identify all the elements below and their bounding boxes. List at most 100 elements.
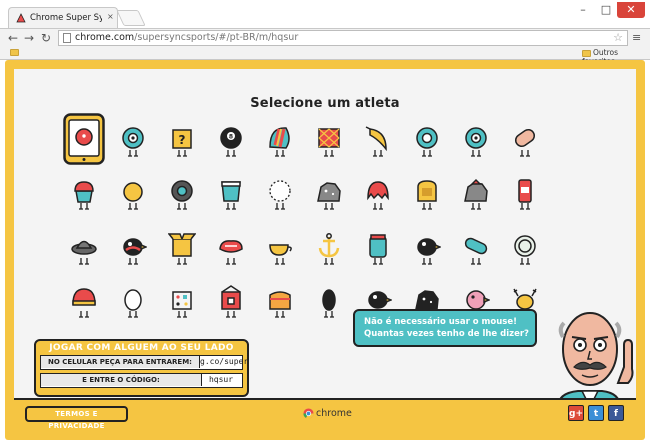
bookmark-star-icon[interactable]: ☆ [613, 31, 623, 45]
close-window-button[interactable]: ✕ [617, 2, 645, 18]
athlete-anchor[interactable] [315, 231, 343, 265]
athlete-eight-ball[interactable]: 8 [217, 123, 245, 157]
eyeball-icon [122, 127, 144, 157]
athlete-eyeball[interactable] [119, 123, 147, 157]
bookmarks-bar: Outros favoritos [0, 47, 650, 66]
athlete-lime-slice[interactable] [511, 231, 539, 265]
athlete-black-bean[interactable] [315, 284, 343, 318]
athlete-toast[interactable] [413, 176, 441, 210]
athlete-saucer[interactable] [70, 231, 98, 265]
athlete-soda-can[interactable] [511, 176, 539, 210]
address-bar[interactable]: chrome.com/supersyncsports/#/pt-BR/m/hqs… [58, 30, 628, 46]
athlete-egg[interactable] [119, 284, 147, 318]
url-text: chrome.com/supersyncsports/#/pt-BR/m/hqs… [75, 31, 298, 45]
athlete-capsule[interactable] [511, 123, 539, 157]
athlete-yellow-ball[interactable] [119, 176, 147, 210]
join-panel: JOGAR COM ALGUEM AO SEU LADO NO CELULAR … [34, 339, 249, 397]
folder-icon[interactable] [10, 49, 19, 56]
athlete-magpie[interactable] [413, 231, 441, 265]
join-title: JOGAR COM ALGUEM AO SEU LADO [49, 343, 234, 353]
athlete-donut[interactable] [413, 123, 441, 157]
eight-ball-icon: 8 [220, 127, 242, 157]
athlete-steak[interactable] [217, 231, 245, 265]
join-code-value: hqsur [208, 375, 234, 384]
terms-privacy-button[interactable]: TERMOS E PRIVACIDADE [25, 406, 128, 430]
magpie-icon [417, 238, 441, 265]
menu-icon[interactable]: ≡ [632, 31, 641, 44]
selected-athlete-frame[interactable] [63, 113, 105, 165]
reload-icon[interactable]: ↻ [39, 31, 53, 45]
athlete-tea-cup[interactable] [266, 231, 294, 265]
saucer-icon [71, 240, 97, 265]
patterned-box-icon [318, 128, 340, 157]
page-title: Selecione um atleta [250, 96, 400, 111]
google-plus-icon[interactable]: g+ [568, 405, 584, 421]
athlete-cake-slice[interactable] [266, 284, 294, 318]
maximize-button[interactable]: □ [596, 2, 616, 18]
page-footer: TERMOS E PRIVACIDADE chrome g+ t f [14, 398, 636, 431]
athlete-striped-shell[interactable] [266, 123, 294, 157]
yellow-ball-icon [123, 182, 143, 210]
browser-window: Chrome Super Sync Sport × – □ ✕ ← → ↻ ch… [0, 0, 650, 443]
browser-tab[interactable]: Chrome Super Sync Sport × [8, 7, 118, 28]
athlete-dice-box[interactable] [168, 284, 196, 318]
join-url-value: g.co/super [200, 357, 249, 366]
dotted-circle-icon [269, 180, 291, 210]
chrome-brand[interactable]: chrome [303, 408, 352, 422]
athlete-camera[interactable] [168, 176, 196, 210]
athlete-question-box[interactable]: ? [168, 123, 196, 157]
athlete-jar[interactable] [364, 231, 392, 265]
athlete-target-donut[interactable] [462, 123, 490, 157]
donut-icon [416, 127, 438, 157]
toast-icon [417, 180, 437, 210]
tab-favicon-icon [16, 13, 26, 23]
tea-cup-icon [269, 244, 292, 265]
bubble-text-line-2: Quantas vezes tenho de lhe dizer? [364, 329, 529, 339]
athlete-helmet[interactable] [70, 284, 98, 318]
capsule-icon [514, 128, 536, 157]
dice-box-icon [172, 291, 192, 318]
join-url-label: NO CELULAR PEÇA PARA ENTRAREM: [41, 356, 200, 368]
striped-shell-icon [269, 127, 290, 157]
game-page: Selecione um atleta ? 8 Não é necessário … [5, 60, 645, 440]
jellyfish-icon [367, 181, 389, 210]
twitter-icon[interactable]: t [588, 405, 604, 421]
camera-icon [171, 180, 193, 210]
athlete-open-box[interactable] [168, 231, 196, 265]
join-code-row: E ENTRE O CÓDIGO: hqsur [40, 373, 243, 388]
athlete-dotted-circle[interactable] [266, 176, 294, 210]
bubble-text-line-1: Não é necessário usar o mouse! [364, 317, 517, 327]
athlete-cup[interactable] [217, 176, 245, 210]
athlete-jellyfish[interactable] [364, 176, 392, 210]
egg-icon [124, 289, 142, 318]
speech-bubble: Não é necessário usar o mouse! Quantas v… [353, 309, 537, 347]
url-path: /supersyncsports/#/pt-BR/m/hqsur [134, 32, 299, 43]
pickle-icon [464, 237, 488, 265]
brand-label: chrome [316, 408, 352, 419]
tab-close-icon[interactable]: × [107, 12, 114, 21]
svg-text:?: ? [179, 133, 186, 147]
forward-arrow-icon[interactable]: → [22, 31, 36, 45]
tab-title: Chrome Super Sync Sport [30, 13, 102, 23]
athlete-volcano[interactable] [462, 176, 490, 210]
open-box-icon [168, 233, 196, 265]
facebook-icon[interactable]: f [608, 405, 624, 421]
minimize-button[interactable]: – [573, 2, 593, 18]
athlete-cupcake[interactable] [70, 176, 98, 210]
athlete-mustache-bird[interactable] [119, 231, 147, 265]
athlete-rock[interactable] [315, 176, 343, 210]
banana-icon [365, 126, 387, 157]
page-icon [63, 33, 71, 43]
back-arrow-icon[interactable]: ← [6, 31, 20, 45]
athlete-banana[interactable] [364, 123, 392, 157]
new-tab-button[interactable] [116, 10, 146, 26]
folder-icon [582, 49, 591, 57]
join-code-label: E ENTRE O CÓDIGO: [41, 374, 202, 386]
steak-icon [219, 240, 243, 265]
athlete-house-box[interactable] [217, 284, 245, 318]
lime-slice-icon [514, 235, 536, 265]
athlete-pickle[interactable] [462, 231, 490, 265]
svg-text:8: 8 [229, 134, 233, 141]
join-url-row: NO CELULAR PEÇA PARA ENTRAREM: g.co/supe… [40, 355, 249, 370]
athlete-patterned-box[interactable] [315, 123, 343, 157]
